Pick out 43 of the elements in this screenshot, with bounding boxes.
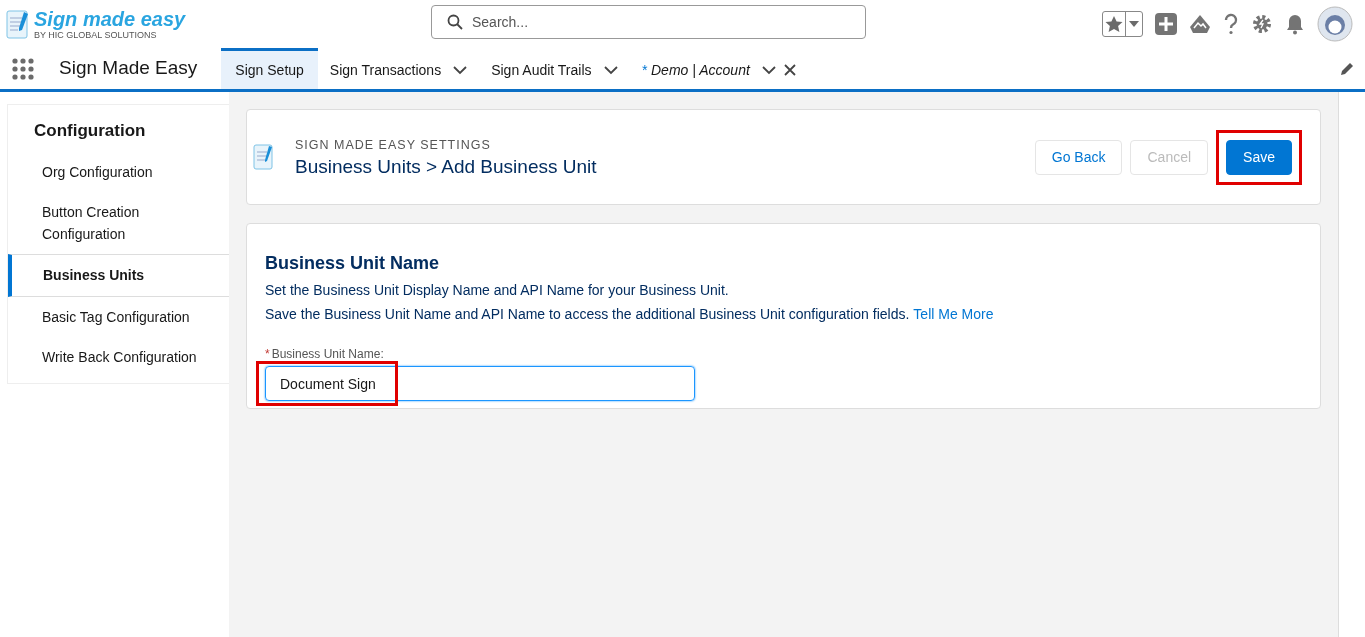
sidebar-item[interactable]: Org Configuration xyxy=(8,151,229,192)
search-icon xyxy=(447,14,463,30)
caret-icon xyxy=(1126,19,1142,29)
sidebar-item[interactable]: Button Creation Configuration xyxy=(8,191,229,254)
chevron-down-icon[interactable] xyxy=(453,65,468,75)
add-icon[interactable] xyxy=(1155,13,1177,35)
document-logo-icon xyxy=(6,8,30,40)
help-icon[interactable] xyxy=(1223,13,1239,35)
settings-icon[interactable] xyxy=(1251,13,1273,35)
sidebar-item[interactable]: Basic Tag Configuration xyxy=(8,296,229,337)
logo-title: Sign made easy xyxy=(34,8,186,29)
description-text: Set the Business Unit Display Name and API Name for your Business Unit. xyxy=(265,281,730,300)
chevron-down-icon[interactable] xyxy=(603,65,618,75)
section-title: Business Unit Name xyxy=(265,252,441,275)
close-icon[interactable] xyxy=(783,64,796,76)
document-icon xyxy=(253,143,275,171)
sidebar-title: Configuration xyxy=(33,120,147,142)
nav-tab[interactable]: Sign Transactions xyxy=(317,48,480,89)
business-unit-name-input[interactable]: Document Sign xyxy=(265,366,695,401)
logo-subtitle: BY HIC GLOBAL SOLUTIONS xyxy=(34,30,157,40)
sidebar-item[interactable]: Business Units xyxy=(8,253,229,297)
avatar-icon[interactable] xyxy=(1317,6,1353,42)
chevron-down-icon[interactable] xyxy=(761,65,776,75)
nav-tab[interactable]: Sign Audit Trails xyxy=(479,48,630,89)
bell-icon[interactable] xyxy=(1285,13,1305,35)
description-text: Save the Business Unit Name and API Name to access the additional Business Unit configuration fields. xyxy=(265,305,910,324)
favorites-button[interactable] xyxy=(1102,11,1143,37)
page-title: Business Units > Add Business Unit xyxy=(295,154,597,179)
field-label: Business Unit Name: xyxy=(271,346,384,363)
sidebar-item[interactable]: Write Back Configuration xyxy=(8,336,229,377)
nav-tab[interactable]: Sign Setup xyxy=(221,48,318,89)
app-launcher-icon[interactable] xyxy=(11,56,35,81)
search-field[interactable]: Search... xyxy=(431,5,866,39)
nav-tab[interactable]: * Demo | Account xyxy=(629,48,808,89)
required-mark: * xyxy=(265,346,270,363)
tell-me-more-link[interactable]: Tell Me More xyxy=(913,304,994,325)
header-button[interactable]: Save xyxy=(1226,139,1292,175)
mountain-icon[interactable] xyxy=(1189,14,1211,34)
app-name: Sign Made Easy xyxy=(59,56,198,81)
edit-icon[interactable] xyxy=(1339,60,1355,77)
header-button[interactable]: Go Back xyxy=(1034,139,1123,175)
star-icon xyxy=(1103,15,1125,33)
page-eyebrow: SIGN MADE EASY SETTINGS xyxy=(295,136,492,154)
